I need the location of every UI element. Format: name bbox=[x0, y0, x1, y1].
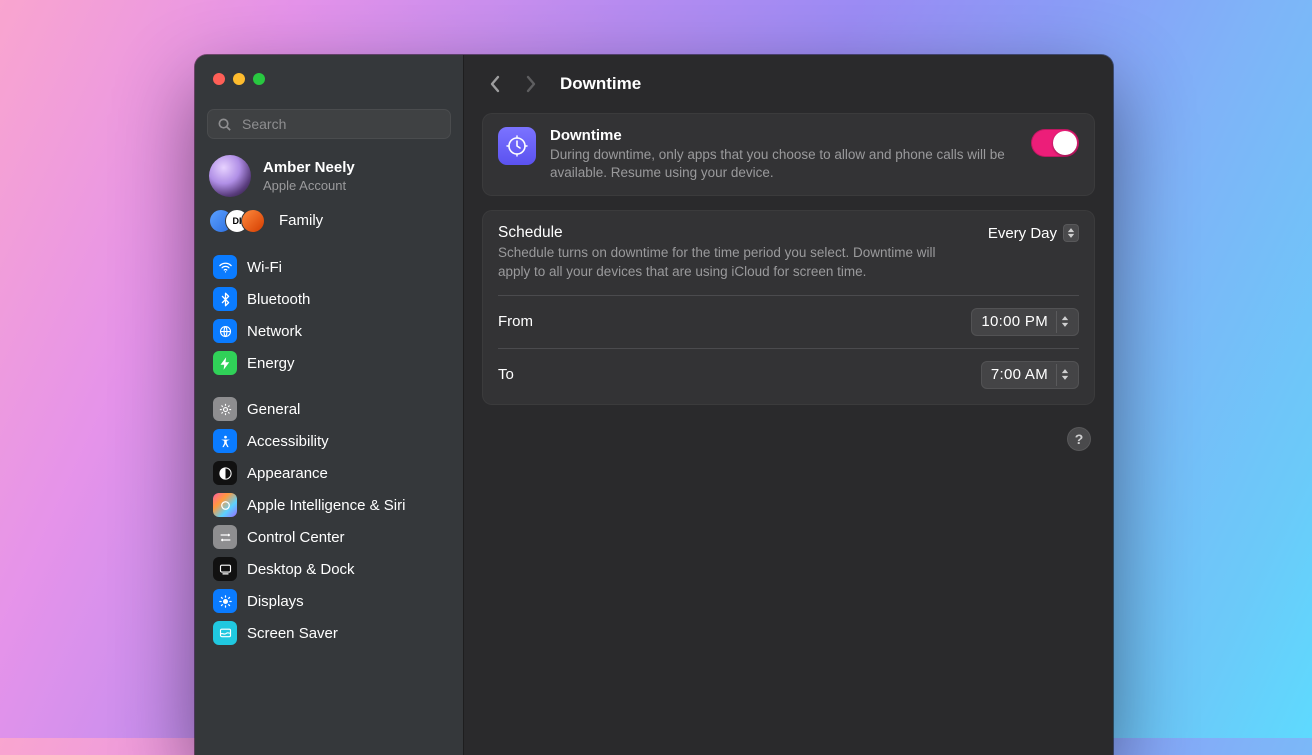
avatar bbox=[209, 155, 251, 197]
from-label: From bbox=[498, 313, 533, 330]
sidebar-item-label: Screen Saver bbox=[247, 625, 338, 642]
siri-icon bbox=[213, 493, 237, 517]
sidebar-item-label: Network bbox=[247, 323, 302, 340]
downtime-toggle[interactable] bbox=[1031, 129, 1079, 157]
sidebar-item-label: Bluetooth bbox=[247, 291, 310, 308]
wifi-icon bbox=[213, 255, 237, 279]
schedule-description: Schedule turns on downtime for the time … bbox=[498, 244, 968, 280]
settings-window: Amber Neely Apple Account DI Family Wi-F… bbox=[195, 55, 1113, 755]
page-title: Downtime bbox=[560, 74, 641, 94]
sidebar-item-account[interactable]: Amber Neely Apple Account bbox=[195, 143, 463, 203]
search-icon bbox=[217, 117, 232, 132]
sidebar-item-family[interactable]: DI Family bbox=[195, 203, 463, 243]
family-avatars: DI bbox=[209, 209, 267, 231]
account-name: Amber Neely bbox=[263, 159, 355, 178]
sidebar-item-wifi[interactable]: Wi-Fi bbox=[203, 251, 455, 283]
sidebar-item-label: Control Center bbox=[247, 529, 345, 546]
search-input[interactable] bbox=[240, 115, 441, 133]
network-icon bbox=[213, 319, 237, 343]
schedule-mode-value: Every Day bbox=[988, 225, 1057, 242]
help-label: ? bbox=[1075, 431, 1084, 447]
bluetooth-icon bbox=[213, 287, 237, 311]
downtime-card: Downtime During downtime, only apps that… bbox=[482, 113, 1095, 196]
gear-icon bbox=[213, 397, 237, 421]
content-pane: Downtime Downtime During downtime, onl bbox=[464, 55, 1113, 755]
control-center-icon bbox=[213, 525, 237, 549]
family-label: Family bbox=[279, 212, 323, 229]
sidebar-item-displays[interactable]: Displays bbox=[203, 585, 455, 617]
from-time-stepper[interactable]: 10:00 PM bbox=[971, 308, 1079, 336]
nav-forward-button[interactable] bbox=[520, 69, 542, 99]
close-button[interactable] bbox=[213, 73, 225, 85]
sidebar-item-label: Displays bbox=[247, 593, 304, 610]
to-time-stepper[interactable]: 7:00 AM bbox=[981, 361, 1079, 389]
schedule-title: Schedule bbox=[498, 224, 968, 242]
sidebar-item-label: Wi-Fi bbox=[247, 259, 282, 276]
downtime-icon bbox=[498, 127, 536, 165]
help-button[interactable]: ? bbox=[1067, 427, 1091, 451]
sidebar-group: Wi-Fi Bluetooth Network bbox=[195, 243, 463, 387]
sidebar-item-screen-saver[interactable]: Screen Saver bbox=[203, 617, 455, 649]
stepper-arrows-icon bbox=[1056, 364, 1075, 386]
stepper-arrows-icon bbox=[1056, 311, 1075, 333]
window-controls bbox=[195, 55, 463, 103]
sidebar-item-label: Appearance bbox=[247, 465, 328, 482]
sidebar-item-bluetooth[interactable]: Bluetooth bbox=[203, 283, 455, 315]
sidebar-item-label: Apple Intelligence & Siri bbox=[247, 497, 405, 514]
nav-back-button[interactable] bbox=[484, 69, 506, 99]
sidebar-item-label: Energy bbox=[247, 355, 295, 372]
sidebar-item-label: Desktop & Dock bbox=[247, 561, 355, 578]
chevron-up-down-icon bbox=[1063, 224, 1079, 242]
content-header: Downtime bbox=[464, 59, 1113, 109]
search-field[interactable] bbox=[207, 109, 451, 139]
schedule-card: Schedule Schedule turns on downtime for … bbox=[482, 210, 1095, 404]
sidebar-item-energy[interactable]: Energy bbox=[203, 347, 455, 379]
minimize-button[interactable] bbox=[233, 73, 245, 85]
from-time-value: 10:00 PM bbox=[981, 313, 1048, 330]
sidebar-group: General Accessibility Appearance Apple I… bbox=[195, 387, 463, 657]
to-time-value: 7:00 AM bbox=[991, 366, 1048, 383]
energy-icon bbox=[213, 351, 237, 375]
sidebar-item-network[interactable]: Network bbox=[203, 315, 455, 347]
displays-icon bbox=[213, 589, 237, 613]
sidebar-item-appearance[interactable]: Appearance bbox=[203, 457, 455, 489]
sidebar-item-label: Accessibility bbox=[247, 433, 329, 450]
appearance-icon bbox=[213, 461, 237, 485]
sidebar-item-accessibility[interactable]: Accessibility bbox=[203, 425, 455, 457]
schedule-mode-popup[interactable]: Every Day bbox=[988, 224, 1079, 242]
accessibility-icon bbox=[213, 429, 237, 453]
downtime-title: Downtime bbox=[550, 127, 1017, 144]
desktop-dock-icon bbox=[213, 557, 237, 581]
sidebar-item-apple-intelligence-siri[interactable]: Apple Intelligence & Siri bbox=[203, 489, 455, 521]
zoom-button[interactable] bbox=[253, 73, 265, 85]
sidebar-item-label: General bbox=[247, 401, 300, 418]
to-label: To bbox=[498, 366, 514, 383]
sidebar: Amber Neely Apple Account DI Family Wi-F… bbox=[195, 55, 464, 755]
sidebar-item-general[interactable]: General bbox=[203, 393, 455, 425]
sidebar-item-desktop-dock[interactable]: Desktop & Dock bbox=[203, 553, 455, 585]
account-subtitle: Apple Account bbox=[263, 178, 355, 193]
downtime-description: During downtime, only apps that you choo… bbox=[550, 146, 1017, 182]
screen-saver-icon bbox=[213, 621, 237, 645]
sidebar-item-control-center[interactable]: Control Center bbox=[203, 521, 455, 553]
